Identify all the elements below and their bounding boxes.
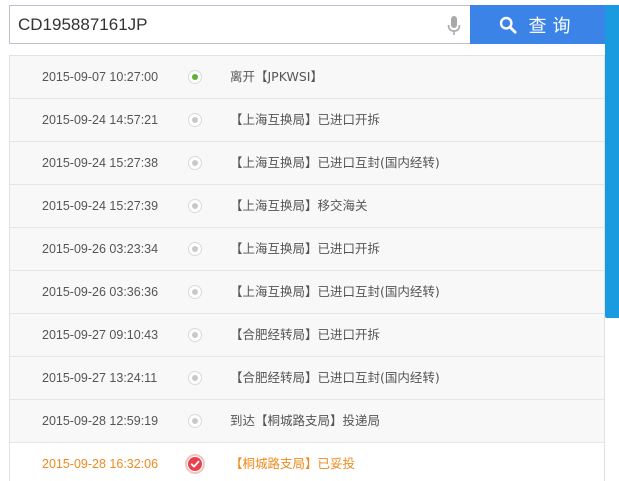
- dot-icon: [188, 285, 202, 299]
- event-time: 2015-09-24 15:27:39: [42, 199, 159, 213]
- tracking-number-input[interactable]: [10, 6, 470, 43]
- timeline-row: 2015-09-26 03:23:34 【上海互换局】已进口开拆: [10, 228, 604, 271]
- timeline-row: 2015-09-28 16:32:06 【桐城路支局】已妥投: [10, 443, 604, 481]
- event-status: 【上海互换局】移交海关: [230, 198, 368, 213]
- query-button-label: 查询: [528, 15, 577, 37]
- timeline-row: 2015-09-27 13:24:11 【合肥经转局】已进口互封(国内经转): [10, 357, 604, 400]
- dot-icon: [188, 328, 202, 342]
- active-dot-icon: [188, 70, 202, 84]
- event-time: 2015-09-07 10:27:00: [42, 70, 159, 84]
- dot-icon: [188, 242, 202, 256]
- side-accent-bar: [605, 5, 619, 318]
- event-status: 【桐城路支局】已妥投: [230, 456, 356, 471]
- timeline-row: 2015-09-28 12:59:19 到达【桐城路支局】投递局: [10, 400, 604, 443]
- event-status: 【合肥经转局】已进口开拆: [230, 327, 381, 342]
- dot-icon: [188, 414, 202, 428]
- event-status: 【上海互换局】已进口开拆: [230, 241, 381, 256]
- event-status: 【合肥经转局】已进口互封(国内经转): [230, 370, 440, 385]
- event-time: 2015-09-27 13:24:11: [42, 371, 158, 385]
- dot-icon: [188, 199, 202, 213]
- event-status: 【上海互换局】已进口互封(国内经转): [230, 155, 440, 170]
- dot-icon: [188, 113, 202, 127]
- event-time: 2015-09-27 09:10:43: [42, 328, 159, 342]
- search-field-wrapper: [9, 5, 470, 44]
- search-icon: [499, 16, 517, 34]
- query-button[interactable]: 查询: [470, 5, 605, 44]
- timeline-row: 2015-09-24 15:27:39 【上海互换局】移交海关: [10, 185, 604, 228]
- event-time: 2015-09-26 03:36:36: [42, 285, 159, 299]
- timeline-row: 2015-09-27 09:10:43 【合肥经转局】已进口开拆: [10, 314, 604, 357]
- search-bar: 查询: [9, 5, 605, 44]
- event-status: 【上海互换局】已进口开拆: [230, 112, 381, 127]
- dot-icon: [188, 371, 202, 385]
- event-status: 离开【JPKWSI】: [230, 69, 323, 84]
- event-status: 【上海互换局】已进口互封(国内经转): [230, 284, 440, 299]
- event-time: 2015-09-24 14:57:21: [42, 113, 159, 127]
- event-time: 2015-09-26 03:23:34: [42, 242, 159, 256]
- tracking-timeline: 2015-09-07 10:27:00 离开【JPKWSI】 2015-09-24 …: [9, 55, 605, 481]
- timeline-row: 2015-09-24 14:57:21 【上海互换局】已进口开拆: [10, 99, 604, 142]
- event-status: 到达【桐城路支局】投递局: [230, 413, 381, 428]
- dot-icon: [188, 156, 202, 170]
- check-circle-icon: [185, 454, 205, 474]
- event-time: 2015-09-28 16:32:06: [42, 457, 159, 471]
- timeline-row: 2015-09-24 15:27:38 【上海互换局】已进口互封(国内经转): [10, 142, 604, 185]
- timeline-row: 2015-09-26 03:36:36 【上海互换局】已进口互封(国内经转): [10, 271, 604, 314]
- timeline-row: 2015-09-07 10:27:00 离开【JPKWSI】: [10, 56, 604, 99]
- event-time: 2015-09-24 15:27:38: [42, 156, 159, 170]
- microphone-icon[interactable]: [446, 15, 462, 37]
- event-time: 2015-09-28 12:59:19: [42, 414, 159, 428]
